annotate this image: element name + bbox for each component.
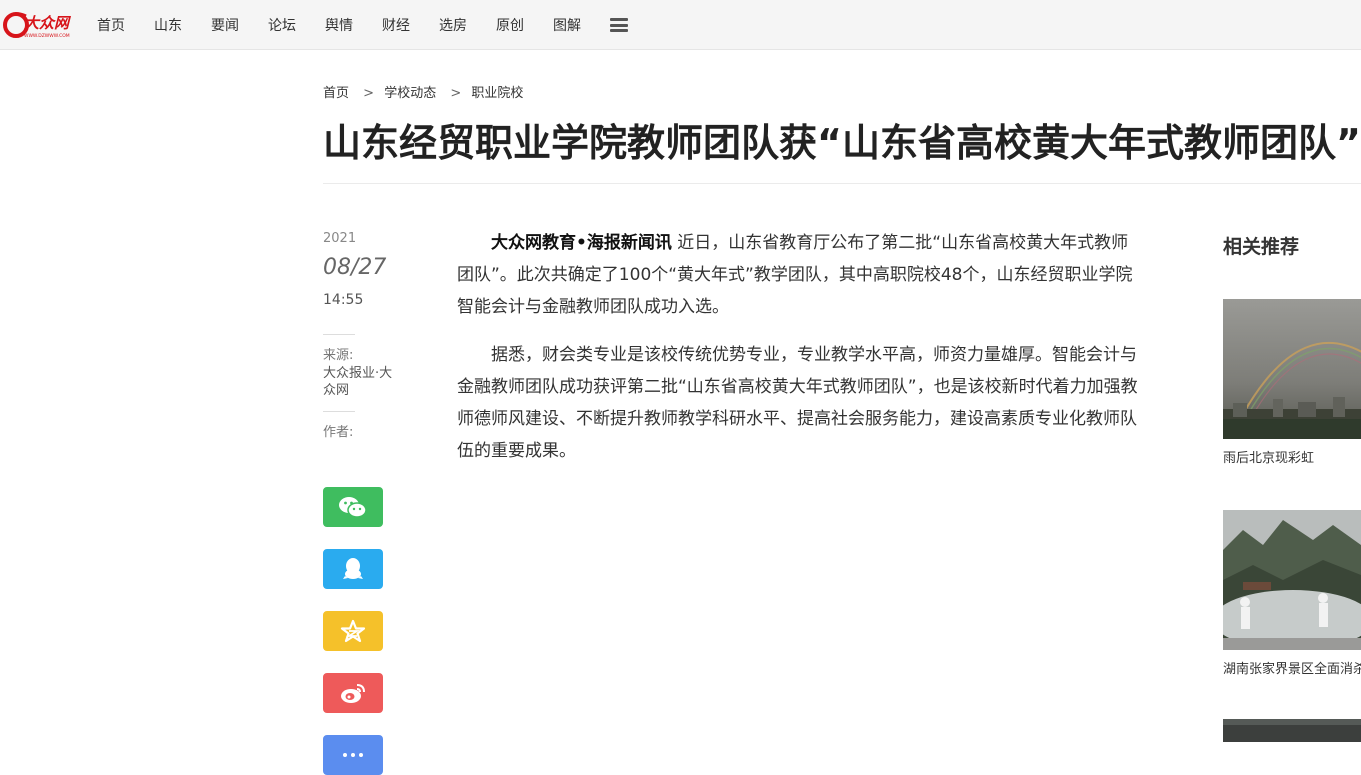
- svg-text:WWW.DZWWW.COM: WWW.DZWWW.COM: [24, 33, 70, 39]
- nav-item-news[interactable]: 要闻: [211, 15, 239, 35]
- nav-item-graphics[interactable]: 图解: [553, 15, 581, 35]
- breadcrumb-separator: >: [450, 86, 462, 101]
- nav-item-shandong[interactable]: 山东: [154, 15, 182, 35]
- breadcrumb-separator: >: [363, 86, 375, 101]
- svg-text:大众网: 大众网: [24, 14, 72, 32]
- related-title: 相关推荐: [1223, 236, 1300, 258]
- related-photo: [1223, 719, 1361, 742]
- breadcrumb-school-news[interactable]: 学校动态: [384, 86, 436, 101]
- publish-date: 08/27: [323, 255, 387, 280]
- nav-item-original[interactable]: 原创: [496, 15, 524, 35]
- hamburger-menu-icon[interactable]: [610, 18, 628, 32]
- author-label: 作者:: [323, 425, 354, 440]
- breadcrumb-home[interactable]: 首页: [323, 86, 349, 101]
- qq-icon: [343, 558, 363, 579]
- article-title: 山东经贸职业学院教师团队获“山东省高校黄大年式教师团队”: [323, 121, 1361, 165]
- nav-item-public-opinion[interactable]: 舆情: [325, 15, 353, 35]
- article-paragraph: 据悉，财会类专业是该校传统优势专业，专业教学水平高，师资力量雄厚。智能会计与金融…: [457, 345, 1138, 461]
- more-share-icon: [343, 753, 363, 757]
- breadcrumb: 首页 > 学校动态 > 职业院校: [323, 82, 523, 101]
- rainbow-photo: [1223, 299, 1361, 439]
- article-paragraph: 大众网教育•海报新闻讯 近日，山东省教育厅公布了第二批“山东省高校黄大年式教师团…: [457, 227, 1145, 323]
- share-more-button[interactable]: [323, 735, 383, 775]
- source-label: 来源:: [323, 348, 354, 363]
- article-meta: 2021 08/27 14:55 来源: 大众报业·大众网 作者:: [323, 230, 403, 442]
- related-item-image[interactable]: [1223, 719, 1361, 742]
- related-item-image[interactable]: [1223, 510, 1361, 650]
- top-navigation-bar: 大众网 WWW.DZWWW.COM 首页 山东 要闻 论坛 舆情 财经 选房 原…: [0, 0, 1361, 50]
- breadcrumb-vocational[interactable]: 职业院校: [471, 86, 523, 101]
- publish-year: 2021: [323, 231, 357, 246]
- main-nav: 首页 山东 要闻 论坛 舆情 财经 选房 原创 图解: [82, 0, 628, 50]
- nav-item-housing[interactable]: 选房: [439, 15, 467, 35]
- share-qq-button[interactable]: [323, 549, 383, 589]
- meta-divider: [323, 334, 355, 335]
- related-item-caption[interactable]: 雨后北京现彩虹: [1223, 447, 1361, 466]
- related-item-image[interactable]: [1223, 299, 1361, 439]
- meta-divider: [323, 411, 355, 412]
- nav-item-finance[interactable]: 财经: [382, 15, 410, 35]
- title-divider: [323, 183, 1361, 184]
- source-value: 大众报业·大众网: [323, 366, 393, 398]
- related-item-caption[interactable]: 湖南张家界景区全面消杀: [1223, 658, 1361, 677]
- article-lead: 大众网教育•海报新闻讯: [491, 233, 672, 253]
- disinfection-photo: [1223, 510, 1361, 650]
- qzone-star-icon: [340, 619, 366, 643]
- publish-time: 14:55: [323, 292, 364, 308]
- share-wechat-button[interactable]: [323, 487, 383, 527]
- share-weibo-button[interactable]: [323, 673, 383, 713]
- article-body: 大众网教育•海报新闻讯 近日，山东省教育厅公布了第二批“山东省高校黄大年式教师团…: [457, 227, 1145, 483]
- nav-item-forum[interactable]: 论坛: [268, 15, 296, 35]
- site-logo[interactable]: 大众网 WWW.DZWWW.COM: [2, 8, 74, 40]
- share-qzone-button[interactable]: [323, 611, 383, 651]
- weibo-icon: [341, 684, 365, 703]
- wechat-icon: [339, 497, 367, 518]
- nav-item-home[interactable]: 首页: [97, 15, 125, 35]
